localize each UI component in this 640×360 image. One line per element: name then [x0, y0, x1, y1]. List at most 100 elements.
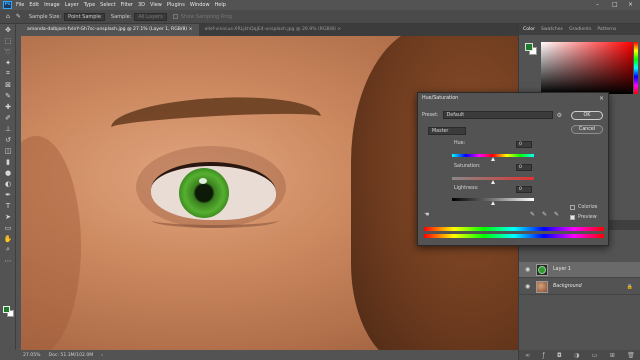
menu-file[interactable]: File — [16, 2, 24, 8]
menu-type[interactable]: Type — [84, 2, 95, 8]
menu-select[interactable]: Select — [100, 2, 115, 8]
show-sampling-ring-checkbox[interactable] — [172, 14, 178, 19]
dodge-tool-icon[interactable]: ◐ — [0, 178, 16, 189]
photo-eye-glint — [199, 178, 207, 184]
menu-filter[interactable]: Filter — [121, 2, 133, 8]
menu-edit[interactable]: Edit — [29, 2, 39, 8]
status-arrow-icon[interactable]: › — [101, 353, 103, 358]
document-size: Doc: 51.3M/102.0M — [48, 352, 94, 358]
menu-layer[interactable]: Layer — [65, 2, 79, 8]
input-color-bar — [424, 227, 604, 231]
hue-strip[interactable] — [634, 42, 638, 94]
close-icon[interactable]: × — [599, 93, 604, 105]
gradient-tool-icon[interactable]: ▮ — [0, 156, 16, 167]
maximize-icon[interactable]: □ — [612, 1, 618, 8]
blur-tool-icon[interactable]: ● — [0, 167, 16, 178]
preview-checkbox[interactable] — [570, 215, 575, 220]
menu-plugins[interactable]: Plugins — [167, 2, 185, 8]
mask-icon[interactable]: ◘ — [557, 352, 562, 359]
sample-select[interactable]: All Layers — [134, 12, 167, 21]
lasso-tool-icon[interactable]: ➰ — [0, 46, 16, 57]
layer-name: Background — [553, 284, 582, 289]
foreground-color-swatch[interactable] — [3, 306, 10, 313]
menu-view[interactable]: View — [150, 2, 162, 8]
eyedropper-plus-icon[interactable]: ✎ — [542, 211, 547, 218]
healing-brush-icon[interactable]: ✚ — [0, 101, 16, 112]
saturation-slider-thumb[interactable] — [491, 180, 495, 184]
brush-tool-icon[interactable]: ✐ — [0, 112, 16, 123]
move-tool-icon[interactable]: ✥ — [0, 24, 16, 35]
image-thumbnail — [536, 280, 548, 293]
tab-allef-vinicius[interactable]: allef-vinicius-XRLjkhQqjE4-unsplash.jpg … — [199, 24, 348, 36]
colorize-option[interactable]: Colorize — [570, 205, 597, 210]
lock-icon[interactable]: 🔒 — [627, 284, 633, 290]
menu-help[interactable]: Help — [215, 2, 226, 8]
saturation-input[interactable]: 0 — [516, 164, 532, 171]
eyedropper-icon[interactable]: ✎ — [0, 90, 16, 101]
lightness-label: Lightness: — [454, 186, 479, 191]
trash-icon[interactable]: 🗑 — [627, 352, 635, 359]
color-panel-foreground-swatch[interactable] — [525, 43, 533, 51]
new-layer-icon[interactable]: ⊞ — [610, 352, 615, 359]
sample-label: Sample: — [110, 13, 132, 20]
visibility-eye-icon[interactable]: ◉ — [525, 283, 532, 290]
eyedropper-minus-icon[interactable]: ✎ — [554, 211, 559, 218]
close-window-icon[interactable]: × — [628, 1, 633, 8]
photoshop-logo-icon: Ps — [3, 1, 12, 9]
tab-color[interactable]: Color — [523, 27, 535, 32]
preview-option[interactable]: Preview — [570, 215, 597, 220]
hue-slider-thumb[interactable] — [491, 157, 495, 161]
link-icon[interactable]: ∞ — [525, 352, 530, 359]
options-bar: ⌂ ✎ Sample Size: Point Sample Sample: Al… — [0, 10, 640, 24]
menu-window[interactable]: Window — [190, 2, 210, 8]
hand-tool-icon[interactable]: ✋ — [0, 233, 16, 244]
fx-icon[interactable]: ƒ — [543, 352, 545, 359]
tab-gradients[interactable]: Gradients — [569, 27, 591, 32]
tab-patterns[interactable]: Patterns — [597, 27, 616, 32]
lightness-slider-thumb[interactable] — [491, 201, 495, 205]
tab-swatches[interactable]: Swatches — [541, 27, 563, 32]
history-brush-icon[interactable]: ↺ — [0, 134, 16, 145]
targeted-adjustment-hand-icon[interactable]: ☚ — [424, 211, 429, 218]
eyedropper-tool-icon[interactable]: ✎ — [16, 13, 21, 20]
preset-select[interactable]: Default — [442, 111, 553, 119]
sample-size-select[interactable]: Point Sample — [64, 12, 105, 21]
crop-tool-icon[interactable]: ⌗ — [0, 68, 16, 79]
color-panel-tabs: Color Swatches Gradients Patterns — [519, 24, 640, 35]
more-tools-icon[interactable]: ⋯ — [0, 255, 16, 266]
ok-button[interactable]: OK — [571, 111, 603, 120]
type-tool-icon[interactable]: T — [0, 200, 16, 211]
pen-tool-icon[interactable]: ✒ — [0, 189, 16, 200]
marquee-tool-icon[interactable]: ⬚ — [0, 35, 16, 46]
home-icon[interactable]: ⌂ — [6, 13, 10, 20]
minimize-icon[interactable]: – — [596, 1, 599, 8]
path-select-icon[interactable]: ➤ — [0, 211, 16, 222]
adjustment-icon[interactable]: ◑ — [574, 352, 579, 359]
tab-amanda-dalbjorn[interactable]: amanda-dalbjorn-fvInY-Gh7sc-unsplash.jpg… — [21, 24, 199, 36]
lightness-input[interactable]: 0 — [516, 186, 532, 193]
menu-image[interactable]: Image — [44, 2, 60, 8]
zoom-tool-icon[interactable]: ⌕ — [0, 244, 16, 255]
clone-stamp-icon[interactable]: ⊥ — [0, 123, 16, 134]
eraser-tool-icon[interactable]: ◫ — [0, 145, 16, 156]
colorize-checkbox[interactable] — [570, 205, 575, 210]
menu-3d[interactable]: 3D — [138, 2, 145, 8]
photo-lower-lid — [151, 212, 279, 228]
layer-row-layer-1[interactable]: ◉ Layer 1 — [519, 262, 640, 278]
adjustment-thumbnail — [536, 263, 548, 276]
channel-select[interactable]: Master — [428, 127, 466, 135]
dialog-titlebar[interactable]: Hue/Saturation × — [418, 93, 608, 105]
cancel-button[interactable]: Cancel — [571, 125, 603, 134]
hue-input[interactable]: 0 — [516, 141, 532, 148]
layer-row-background[interactable]: ◉ Background 🔒 — [519, 279, 640, 295]
frame-tool-icon[interactable]: ⊠ — [0, 79, 16, 90]
gear-icon[interactable]: ⚙ — [557, 112, 562, 119]
sample-size-label: Sample Size: — [28, 13, 62, 20]
eyedropper-icon[interactable]: ✎ — [530, 211, 535, 218]
color-picker-field[interactable] — [541, 42, 633, 94]
visibility-eye-icon[interactable]: ◉ — [525, 266, 532, 273]
quick-select-tool-icon[interactable]: ✦ — [0, 57, 16, 68]
shape-tool-icon[interactable]: ▭ — [0, 222, 16, 233]
folder-icon[interactable]: ▭ — [592, 352, 598, 359]
zoom-level[interactable]: 27.05% — [23, 353, 41, 358]
